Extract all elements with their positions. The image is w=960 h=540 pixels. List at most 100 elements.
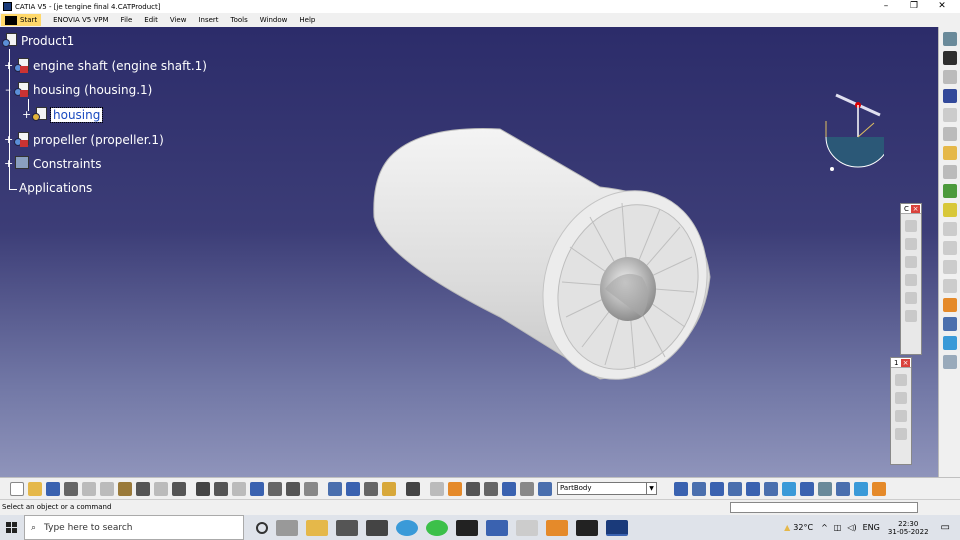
tool-icon[interactable]: [250, 481, 264, 496]
open-folder-icon[interactable]: [28, 481, 42, 496]
tool-icon[interactable]: [943, 146, 957, 160]
tool-icon[interactable]: [943, 355, 957, 369]
tool-icon[interactable]: [905, 292, 917, 304]
tool-icon[interactable]: [943, 89, 957, 103]
clock[interactable]: 22:30 31-05-2022: [888, 520, 929, 536]
tool-icon[interactable]: [905, 220, 917, 232]
menu-help[interactable]: Help: [299, 16, 315, 24]
tool-icon[interactable]: [943, 336, 957, 350]
menu-window[interactable]: Window: [260, 16, 288, 24]
fit-all-icon[interactable]: [674, 481, 688, 496]
tool-icon[interactable]: [905, 238, 917, 250]
tool-icon[interactable]: [943, 317, 957, 331]
render-style-icon[interactable]: [800, 481, 814, 496]
tool-icon[interactable]: [346, 481, 360, 496]
document-icon[interactable]: [516, 519, 538, 536]
chevron-down-icon[interactable]: ▼: [646, 483, 656, 494]
close-palette-icon[interactable]: ×: [911, 205, 920, 213]
catia-taskbar-icon[interactable]: [606, 519, 628, 536]
menu-view[interactable]: View: [170, 16, 187, 24]
temperature[interactable]: 32°C: [793, 523, 813, 532]
language-indicator[interactable]: ENG: [863, 523, 880, 532]
command-input[interactable]: [730, 502, 918, 513]
tool-icon[interactable]: [854, 481, 868, 496]
tool-icon[interactable]: [905, 274, 917, 286]
paste-icon[interactable]: [118, 481, 132, 496]
undo-icon[interactable]: [136, 481, 150, 496]
tool-icon[interactable]: [520, 481, 534, 496]
comment-icon[interactable]: [214, 481, 228, 496]
floating-toolbar-1[interactable]: C ×: [900, 203, 922, 355]
tool-icon[interactable]: [895, 374, 907, 386]
tool-icon[interactable]: [943, 260, 957, 274]
tree-node-housing-part[interactable]: + housing: [22, 107, 104, 123]
formula-icon[interactable]: [196, 481, 210, 496]
cortana-icon[interactable]: [256, 521, 268, 534]
expand-icon[interactable]: +: [4, 134, 13, 145]
tool-icon[interactable]: [430, 481, 444, 496]
app-icon[interactable]: [576, 519, 598, 536]
tool-icon[interactable]: [895, 392, 907, 404]
menu-file[interactable]: File: [121, 16, 133, 24]
tool-icon[interactable]: [943, 70, 957, 84]
task-view-icon[interactable]: [276, 519, 298, 536]
tool-icon[interactable]: [502, 481, 516, 496]
tool-icon[interactable]: [232, 481, 246, 496]
part-body-select[interactable]: PartBody ▼: [557, 482, 657, 495]
tool-icon[interactable]: [943, 184, 957, 198]
tool-icon[interactable]: [943, 51, 957, 65]
notifications-icon[interactable]: ▭: [941, 522, 950, 533]
windows-start-icon[interactable]: [0, 515, 24, 540]
tree-node-engine-shaft[interactable]: + engine shaft (engine shaft.1): [4, 58, 207, 74]
cursor-icon[interactable]: [943, 298, 957, 312]
restore-button[interactable]: ❐: [900, 0, 928, 13]
app-icon[interactable]: [546, 519, 568, 536]
tool-icon[interactable]: [943, 241, 957, 255]
tree-node-applications[interactable]: Applications: [19, 181, 92, 195]
camera-icon[interactable]: [406, 481, 420, 496]
mail-icon[interactable]: [336, 519, 358, 536]
tree-node-housing-instance[interactable]: – housing (housing.1): [4, 82, 152, 98]
close-button[interactable]: ✕: [928, 0, 956, 13]
network-icon[interactable]: ◫: [834, 523, 842, 532]
axis-icon[interactable]: [466, 481, 480, 496]
taskbar-search-box[interactable]: ⌕ Type here to search: [24, 515, 244, 540]
tool-icon[interactable]: [382, 481, 396, 496]
compass-icon[interactable]: [818, 93, 884, 175]
tool-icon[interactable]: [268, 481, 282, 496]
new-file-icon[interactable]: [10, 481, 24, 496]
expand-icon[interactable]: +: [4, 158, 13, 169]
expand-icon[interactable]: +: [4, 60, 13, 71]
copy-icon[interactable]: [100, 481, 114, 496]
minimize-button[interactable]: –: [872, 0, 900, 13]
normal-view-icon[interactable]: [764, 481, 778, 496]
cut-icon[interactable]: [82, 481, 96, 496]
whatsapp-icon[interactable]: [426, 519, 448, 536]
menu-enovia[interactable]: ENOVIA V5 VPM: [53, 16, 108, 24]
tool-icon[interactable]: [905, 310, 917, 322]
rotate-icon[interactable]: [710, 481, 724, 496]
collapse-icon[interactable]: –: [4, 84, 12, 95]
start-menu[interactable]: Start: [1, 14, 42, 26]
tool-icon[interactable]: [895, 428, 907, 440]
save-icon[interactable]: [46, 481, 60, 496]
redo-icon[interactable]: [154, 481, 168, 496]
tool-icon[interactable]: [328, 481, 342, 496]
tool-icon[interactable]: [304, 481, 318, 496]
tool-icon[interactable]: [484, 481, 498, 496]
settings-gear-icon[interactable]: [943, 32, 957, 46]
volume-icon[interactable]: ◁): [847, 523, 856, 532]
app-icon[interactable]: [486, 519, 508, 536]
tool-icon[interactable]: [943, 222, 957, 236]
tree-node-constraints[interactable]: + Constraints: [4, 156, 101, 172]
tool-icon[interactable]: [448, 481, 462, 496]
tool-icon[interactable]: [943, 203, 957, 217]
grid-icon[interactable]: [895, 410, 907, 422]
whats-this-icon[interactable]: [172, 481, 186, 496]
tool-icon[interactable]: [538, 481, 552, 496]
zoom-out-icon[interactable]: [746, 481, 760, 496]
floating-toolbar-2[interactable]: 1 ×: [890, 357, 912, 465]
hide-show-icon[interactable]: [818, 481, 832, 496]
chevron-up-icon[interactable]: ^: [821, 523, 828, 532]
store-icon[interactable]: [366, 519, 388, 536]
